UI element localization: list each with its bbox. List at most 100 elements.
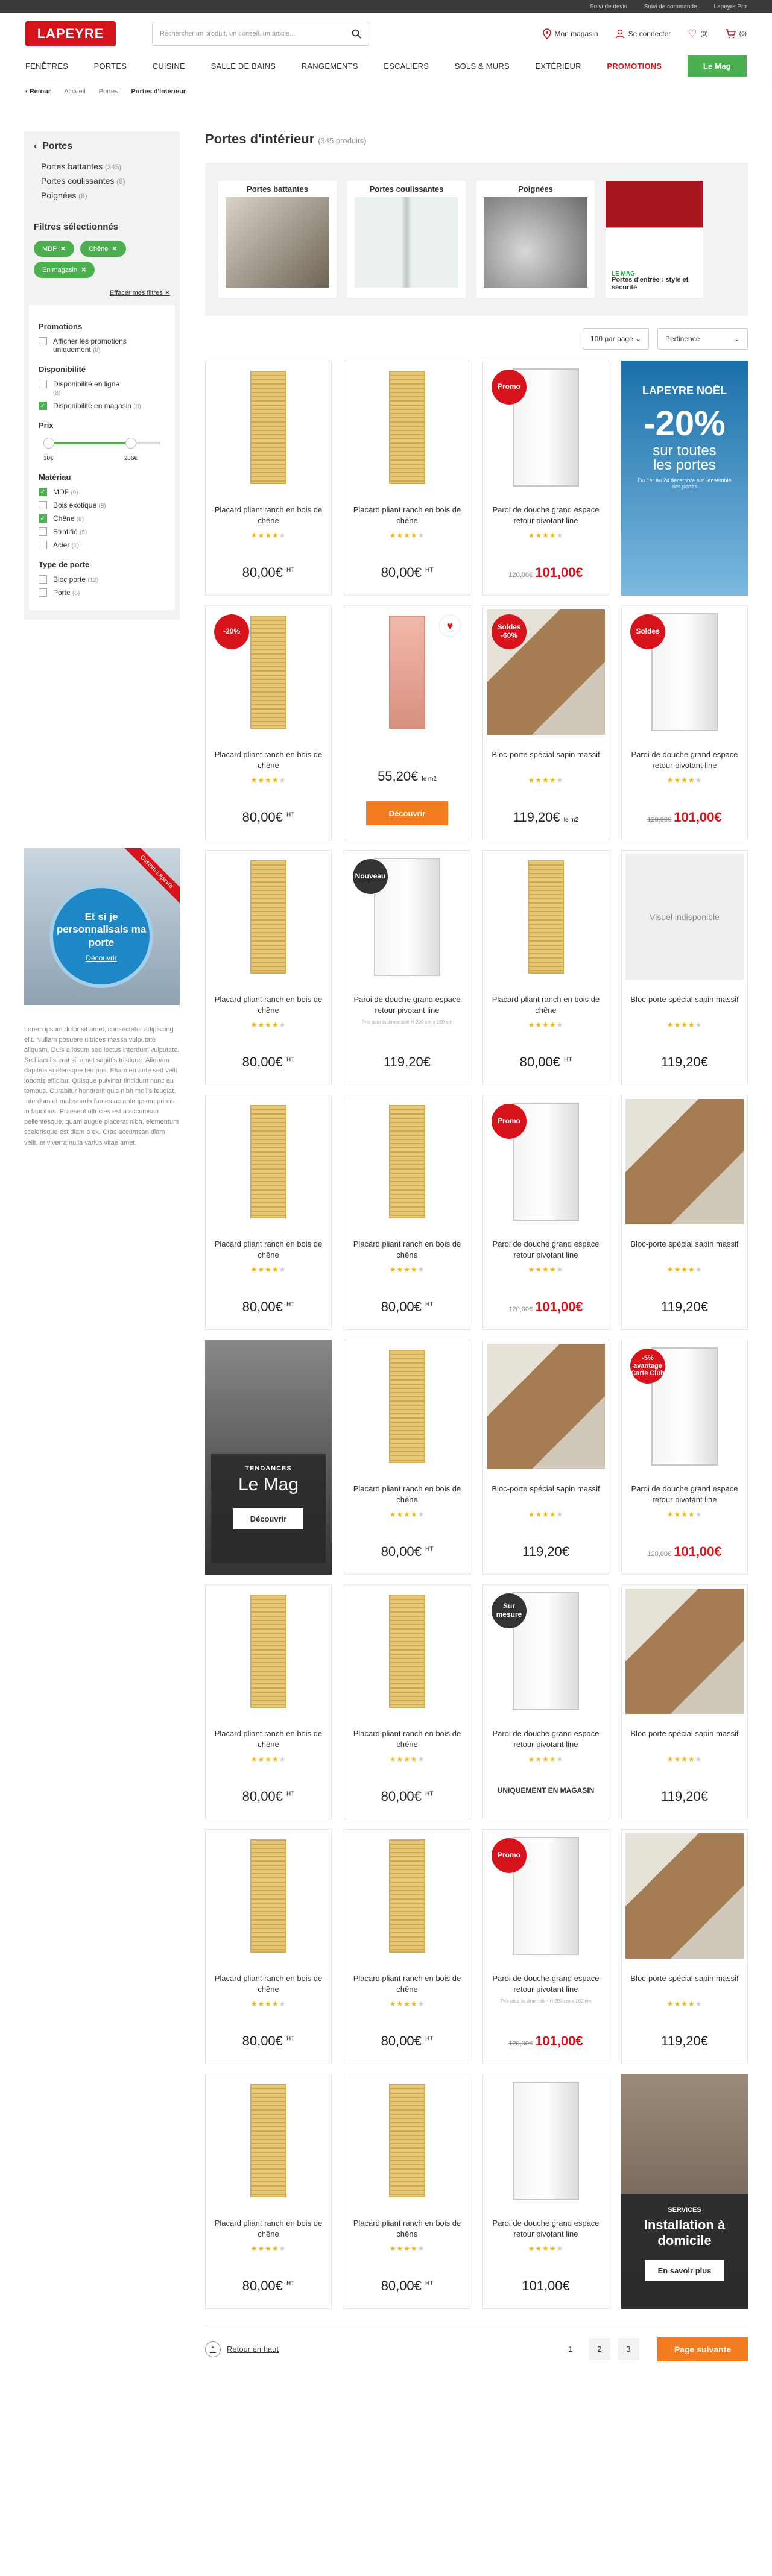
- heart-icon[interactable]: ♥: [440, 616, 460, 636]
- nav-item-sols-murs[interactable]: Sols & murs: [455, 61, 510, 71]
- next-page-button[interactable]: Page suivante: [657, 2337, 748, 2361]
- service-more-button[interactable]: En savoir plus: [644, 2260, 725, 2281]
- filter-stratifie[interactable]: Stratifié (5): [39, 527, 165, 536]
- breadcrumb-home[interactable]: Accueil: [64, 88, 85, 95]
- cart-link[interactable]: (0): [725, 29, 747, 39]
- nav-item-escaliers[interactable]: Escaliers: [384, 61, 429, 71]
- nav-item-fenetres[interactable]: Fenêtres: [25, 61, 68, 71]
- nav-item-promotions[interactable]: Promotions: [607, 61, 662, 71]
- checkbox[interactable]: [39, 575, 47, 584]
- breadcrumb-back[interactable]: ‹ Retour: [25, 88, 51, 95]
- search-icon[interactable]: [352, 29, 361, 39]
- sidebar-heading[interactable]: ‹ Portes: [34, 141, 170, 152]
- slider-max-handle[interactable]: [125, 438, 136, 449]
- slider-min-handle[interactable]: [43, 438, 54, 449]
- product-card[interactable]: Placard pliant ranch en bois de chêne ★★★…: [344, 1340, 470, 1575]
- nav-item-cuisine[interactable]: Cuisine: [153, 61, 185, 71]
- category-tile-battantes[interactable]: Portes battantes: [218, 181, 337, 298]
- page-3[interactable]: 3: [617, 2338, 639, 2360]
- login-link[interactable]: Se connecter: [615, 29, 671, 39]
- product-card[interactable]: Soldes Paroi de douche grand espace retou…: [621, 605, 748, 840]
- product-card[interactable]: Placard pliant ranch en bois de chêne ★★★…: [205, 1095, 332, 1330]
- breadcrumb-portes[interactable]: Portes: [99, 88, 118, 95]
- product-card[interactable]: Bloc-porte spécial sapin massif ★★★★★ 119,…: [621, 1095, 748, 1330]
- product-card[interactable]: -5% avantage Carte Club Paroi de douche g…: [621, 1340, 748, 1575]
- sidebar-cat-coulissantes[interactable]: Portes coulissantes (8): [41, 176, 163, 186]
- filter-porte[interactable]: Porte (8): [39, 588, 165, 597]
- product-card[interactable]: Bloc-porte spécial sapin massif ★★★★★ 119,…: [621, 1829, 748, 2064]
- checkbox[interactable]: [39, 501, 47, 509]
- chip-en-magasin[interactable]: En magasin ✕: [34, 262, 95, 278]
- product-card[interactable]: Placard pliant ranch en bois de chêne ★★★…: [205, 361, 332, 596]
- filter-promotions-only[interactable]: Afficher les promotions uniquement (8): [39, 337, 165, 354]
- customize-door-promo[interactable]: Custom Lapeyre Et si je personnalisais m…: [24, 848, 180, 1005]
- product-card[interactable]: Soldes -60% Bloc-porte spécial sapin mass…: [482, 605, 609, 840]
- checkbox-checked[interactable]: ✓: [39, 402, 47, 410]
- product-card[interactable]: Bloc-porte spécial sapin massif ★★★★★ 119,…: [621, 1584, 748, 1819]
- product-card[interactable]: Visuel indisponible Bloc-porte spécial sa…: [621, 850, 748, 1085]
- topbar-link-pro[interactable]: Lapeyre Pro: [714, 4, 747, 10]
- topbar-link-orders[interactable]: Suivi de commande: [644, 4, 697, 10]
- filter-bois-exotique[interactable]: Bois exotique (8): [39, 501, 165, 509]
- close-icon[interactable]: ✕: [112, 245, 117, 253]
- filter-bloc-porte[interactable]: Bloc porte (12): [39, 575, 165, 584]
- product-card[interactable]: Placard pliant ranch en bois de chêne ★★★…: [344, 361, 470, 596]
- nav-item-salle-de-bains[interactable]: Salle de bains: [211, 61, 276, 71]
- topbar-link-quotes[interactable]: Suivi de devis: [590, 4, 627, 10]
- close-icon[interactable]: ✕: [81, 266, 86, 274]
- promo-link[interactable]: Découvrir: [86, 954, 116, 962]
- checkbox[interactable]: [39, 527, 47, 536]
- product-card[interactable]: Placard pliant ranch en bois de chêne ★★★…: [344, 1095, 470, 1330]
- sidebar-cat-battantes[interactable]: Portes battantes (345): [41, 162, 163, 171]
- lapeyre-logo[interactable]: LAPEYRE: [25, 21, 116, 46]
- product-card[interactable]: Placard pliant ranch en bois de chêne ★★★…: [205, 1829, 332, 2064]
- nav-item-rangements[interactable]: Rangements: [302, 61, 358, 71]
- product-card-hover[interactable]: ♥ 55,20€ le m2 Découvrir: [344, 605, 470, 840]
- product-card[interactable]: Promo Paroi de douche grand espace retour…: [482, 361, 609, 596]
- noel-promo-banner[interactable]: LAPEYRE NOËL -20% sur toutes les portes …: [621, 361, 748, 596]
- le-mag-banner[interactable]: TENDANCES Le Mag Découvrir: [205, 1340, 332, 1575]
- checkbox-checked[interactable]: ✓: [39, 514, 47, 523]
- search-input[interactable]: Rechercher un produit, un conseil, un ar…: [152, 22, 369, 46]
- per-page-select[interactable]: 100 par page ⌄: [583, 328, 649, 350]
- sort-select[interactable]: Pertinence ⌄: [657, 328, 748, 350]
- nav-item-le-mag[interactable]: Le Mag: [687, 55, 747, 77]
- discover-button[interactable]: Découvrir: [366, 801, 448, 825]
- product-card[interactable]: Promo Paroi de douche grand espace retour…: [482, 1095, 609, 1330]
- product-card[interactable]: Placard pliant ranch en bois de chêne ★★★…: [205, 850, 332, 1085]
- product-card[interactable]: Paroi de douche grand espace retour pivo…: [482, 2074, 609, 2309]
- checkbox-checked[interactable]: ✓: [39, 488, 47, 496]
- filter-mdf[interactable]: ✓ MDF (9): [39, 488, 165, 496]
- nav-item-portes[interactable]: Portes: [94, 61, 127, 71]
- mag-tile[interactable]: LE MAG Portes d'entrée : style et sécuri…: [606, 181, 703, 298]
- product-card[interactable]: Sur mesure Paroi de douche grand espace r…: [482, 1584, 609, 1819]
- chip-chene[interactable]: Chêne ✕: [80, 241, 126, 257]
- mag-discover-button[interactable]: Découvrir: [233, 1508, 304, 1529]
- product-card[interactable]: Nouveau Paroi de douche grand espace reto…: [344, 850, 470, 1085]
- checkbox[interactable]: [39, 588, 47, 597]
- category-tile-poignees[interactable]: Poignées: [476, 181, 595, 298]
- close-icon[interactable]: ✕: [60, 245, 66, 253]
- product-card[interactable]: Placard pliant ranch en bois de chêne ★★★…: [344, 1829, 470, 2064]
- price-slider[interactable]: [43, 436, 160, 454]
- product-card[interactable]: Placard pliant ranch en bois de chêne ★★★…: [344, 1584, 470, 1819]
- category-tile-coulissantes[interactable]: Portes coulissantes: [347, 181, 466, 298]
- product-card[interactable]: Placard pliant ranch en bois de chêne ★★★…: [482, 850, 609, 1085]
- product-card[interactable]: Placard pliant ranch en bois de chêne ★★★…: [205, 2074, 332, 2309]
- page-1[interactable]: 1: [560, 2338, 581, 2360]
- filter-in-store[interactable]: ✓ Disponibilité en magasin (8): [39, 402, 165, 410]
- wishlist-link[interactable]: ♡ (0): [688, 28, 707, 40]
- checkbox[interactable]: [39, 541, 47, 549]
- checkbox[interactable]: [39, 380, 47, 388]
- nav-item-exterieur[interactable]: Extérieur: [535, 61, 581, 71]
- checkbox[interactable]: [39, 337, 47, 345]
- product-card[interactable]: Placard pliant ranch en bois de chêne ★★★…: [344, 2074, 470, 2309]
- chip-mdf[interactable]: MDF ✕: [34, 241, 75, 257]
- filter-chene[interactable]: ✓ Chêne (8): [39, 514, 165, 523]
- product-card[interactable]: Bloc-porte spécial sapin massif ★★★★★ 119,…: [482, 1340, 609, 1575]
- product-card[interactable]: Promo Paroi de douche grand espace retour…: [482, 1829, 609, 2064]
- filter-acier[interactable]: Acier (1): [39, 541, 165, 549]
- filter-online[interactable]: Disponibilité en ligne (8): [39, 380, 165, 397]
- back-to-top-link[interactable]: ⌃ Retour en haut: [205, 2341, 279, 2357]
- product-card[interactable]: -20% Placard pliant ranch en bois de chên…: [205, 605, 332, 840]
